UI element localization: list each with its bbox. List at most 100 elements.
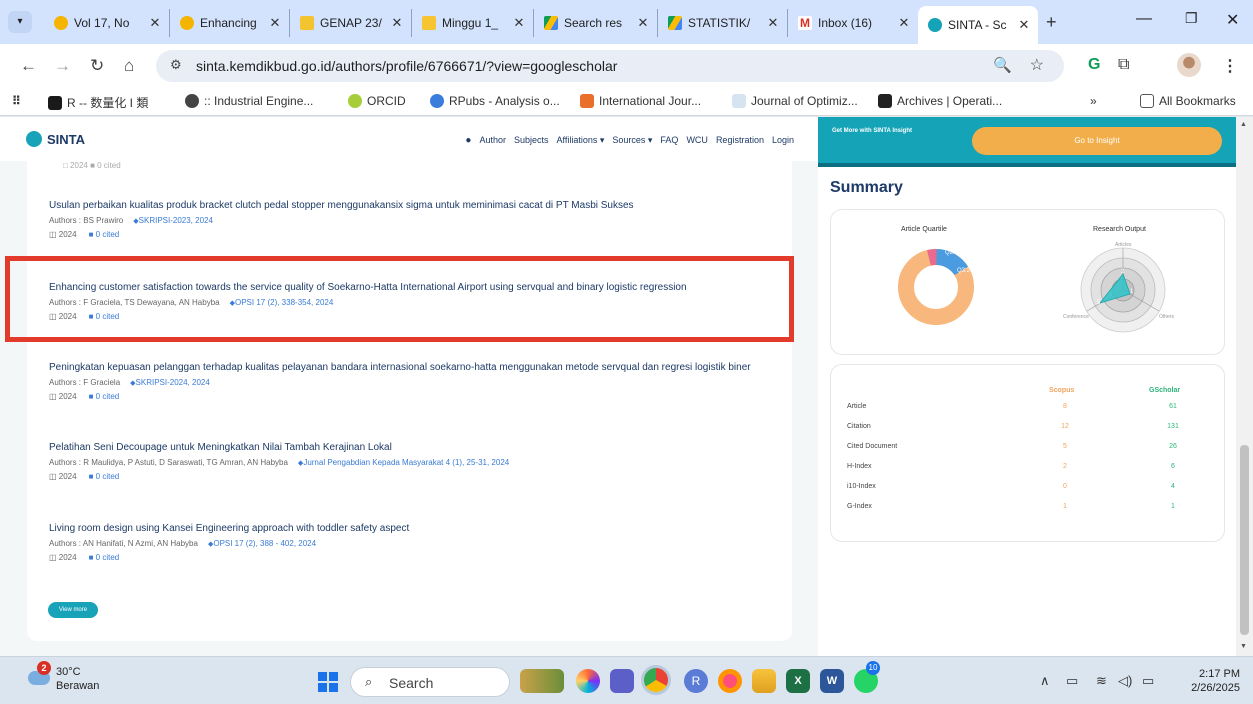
tab-search-dropdown[interactable]: ▾ (8, 11, 32, 33)
volume-icon[interactable]: ◁) (1118, 673, 1132, 689)
reload-icon[interactable]: ↻ (90, 56, 104, 76)
calendar-icon: ◫ (49, 230, 59, 239)
forward-arrow-icon[interactable]: → (54, 56, 71, 76)
site-info-icon[interactable]: ⚙ (170, 57, 182, 73)
widgets-image-icon[interactable] (520, 669, 564, 693)
publication-source[interactable]: SKRIPSI-2024, 2024 (130, 378, 210, 387)
firefox-icon[interactable] (718, 669, 742, 693)
url-text[interactable]: sinta.kemdikbud.go.id/authors/profile/67… (196, 58, 617, 74)
new-tab-button[interactable]: + (1046, 12, 1057, 33)
tray-overflow-icon[interactable]: ∧ (1040, 673, 1050, 689)
nav-wcu[interactable]: WCU (686, 135, 708, 146)
close-tab-icon[interactable]: ✕ (267, 15, 283, 31)
close-tab-icon[interactable]: ✕ (389, 15, 405, 31)
nav-faq[interactable]: FAQ (660, 135, 678, 146)
bookmarks-overflow-button[interactable]: » (1090, 94, 1097, 108)
publication-title[interactable]: Usulan perbaikan kualitas produk bracket… (49, 200, 789, 211)
restore-button[interactable]: ❐ (1185, 10, 1198, 27)
publication-source[interactable]: Jurnal Pengabdian Kepada Masyarakat 4 (1… (298, 458, 509, 467)
stat-gscholar: 1 (1171, 503, 1175, 510)
profile-avatar[interactable] (1177, 53, 1201, 77)
bookmark-archives[interactable]: Archives | Operati... (878, 94, 1002, 108)
taskbar-search[interactable]: ⌕ Search (350, 667, 510, 697)
tab-bar: ▾ Vol 17, No ✕ Enhancing ✕ GENAP 23/ ✕ M… (0, 0, 1253, 44)
whatsapp-badge: 10 (866, 661, 880, 675)
close-tab-icon[interactable]: ✕ (147, 15, 163, 31)
tab-inbox[interactable]: M Inbox (16) ✕ (788, 9, 918, 37)
home-icon[interactable]: ⌂ (124, 56, 134, 76)
close-window-button[interactable]: ✕ (1226, 10, 1239, 30)
menu-kebab-icon[interactable]: ⋮ (1222, 56, 1238, 76)
r-app-icon[interactable]: R (684, 669, 708, 693)
sinta-logo[interactable]: SINTA (26, 131, 85, 147)
publication-title[interactable]: Living room design using Kansei Engineer… (49, 523, 789, 534)
publication-year: 2024 (58, 553, 77, 562)
word-icon[interactable]: W (820, 669, 844, 693)
file-explorer-icon[interactable] (752, 669, 776, 693)
nav-sources[interactable]: Sources ▾ (612, 135, 652, 146)
back-arrow-icon[interactable]: ← (20, 56, 37, 76)
quote-icon: ■ (88, 392, 96, 401)
sinta-home-icon[interactable]: ● (465, 135, 471, 146)
zoom-icon[interactable]: 🔍 (993, 56, 1012, 74)
copilot-icon[interactable] (576, 669, 600, 693)
bookmark-r[interactable]: R -- 数量化 I 類 (48, 94, 148, 111)
bookmark-star-icon[interactable]: ☆ (1030, 55, 1044, 75)
battery-icon[interactable]: ▭ (1142, 673, 1154, 689)
bookmark-journal-optimiz[interactable]: Journal of Optimiz... (732, 94, 858, 108)
bookmark-industrial[interactable]: :: Industrial Engine... (185, 94, 313, 108)
minimize-button[interactable]: — (1136, 10, 1152, 28)
publication-authors: Authors : R Maulidya, P Astuti, D Sarasw… (49, 458, 288, 467)
all-bookmarks-button[interactable]: All Bookmarks (1140, 94, 1236, 108)
teams-icon[interactable] (610, 669, 634, 693)
tab-genap[interactable]: GENAP 23/ ✕ (290, 9, 412, 37)
tab-search-results[interactable]: Search res ✕ (534, 9, 658, 37)
tab-statistik[interactable]: STATISTIK/ ✕ (658, 9, 788, 37)
stat-gscholar: 6 (1171, 463, 1175, 470)
publication-title[interactable]: Pelatihan Seni Decoupage untuk Meningkat… (49, 442, 789, 453)
apps-grid-icon[interactable]: ⠿ (12, 94, 21, 108)
publication-authors: Authors : AN Hanifati, N Azmi, AN Habyba (49, 539, 198, 548)
system-clock[interactable]: 2:17 PM 2/26/2025 (1180, 667, 1240, 695)
go-to-insight-button[interactable]: Go to Insight (972, 127, 1222, 155)
tab-enhancing[interactable]: Enhancing ✕ (170, 9, 290, 37)
bookmark-orcid[interactable]: ORCID (348, 94, 406, 108)
publication-cited: 0 cited (95, 392, 120, 401)
stat-label: i10-Index (847, 483, 876, 490)
tab-sinta[interactable]: SINTA - Sc ✕ (918, 6, 1038, 44)
excel-icon[interactable]: X (786, 669, 810, 693)
chrome-icon[interactable] (641, 665, 671, 695)
tab-vol17[interactable]: Vol 17, No ✕ (44, 9, 170, 37)
scroll-up-arrow-icon[interactable]: ▲ (1240, 121, 1247, 128)
bookmark-intl-journal[interactable]: International Jour... (580, 94, 701, 108)
close-tab-icon[interactable]: ✕ (896, 15, 912, 31)
close-tab-icon[interactable]: ✕ (511, 15, 527, 31)
bookmark-rpubs[interactable]: RPubs - Analysis o... (430, 94, 560, 108)
scroll-down-arrow-icon[interactable]: ▼ (1240, 643, 1247, 650)
nav-subjects[interactable]: Subjects (514, 135, 549, 146)
publication-source[interactable]: SKRIPSI-2023, 2024 (133, 216, 213, 225)
start-button[interactable] (318, 672, 338, 692)
scroll-thumb[interactable] (1240, 445, 1249, 635)
view-more-button[interactable]: View more (48, 602, 98, 618)
nav-author[interactable]: Author (479, 135, 506, 146)
close-tab-icon[interactable]: ✕ (1016, 17, 1032, 33)
tab-minggu[interactable]: Minggu 1_ ✕ (412, 9, 534, 37)
close-tab-icon[interactable]: ✕ (765, 15, 781, 31)
wifi-icon[interactable]: ≋ (1096, 673, 1107, 689)
publication-source[interactable]: OPSI 17 (2), 388 - 402, 2024 (208, 539, 316, 548)
nav-login[interactable]: Login (772, 135, 794, 146)
nav-affiliations[interactable]: Affiliations ▾ (557, 135, 605, 146)
stat-gscholar: 131 (1167, 423, 1179, 430)
quote-icon: ■ (88, 553, 96, 562)
keyboard-icon[interactable]: ▭ (1066, 673, 1078, 689)
address-bar[interactable]: ⚙ sinta.kemdikbud.go.id/authors/profile/… (156, 50, 1064, 82)
extensions-puzzle-icon[interactable]: ⧉ (1118, 56, 1129, 74)
quote-icon: ■ (88, 472, 96, 481)
nav-registration[interactable]: Registration (716, 135, 764, 146)
grammarly-extension-icon[interactable]: G (1088, 56, 1100, 74)
close-tab-icon[interactable]: ✕ (635, 15, 651, 31)
publication-title[interactable]: Peningkatan kepuasan pelanggan terhadap … (49, 362, 789, 373)
page-scrollbar[interactable]: ▲ ▼ (1236, 117, 1253, 656)
r-favicon-icon (48, 95, 62, 110)
